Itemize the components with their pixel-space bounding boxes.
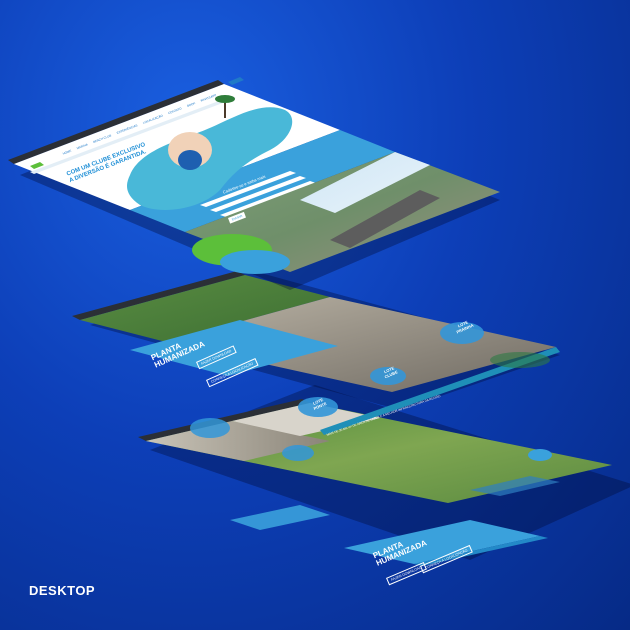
caption-desktop: DESKTOP — [29, 583, 96, 598]
mockup-stage: PLANTA HUMANIZADA FAZER DOWNLOAD CONHEÇA… — [0, 0, 630, 630]
screen-1 — [8, 77, 500, 274]
